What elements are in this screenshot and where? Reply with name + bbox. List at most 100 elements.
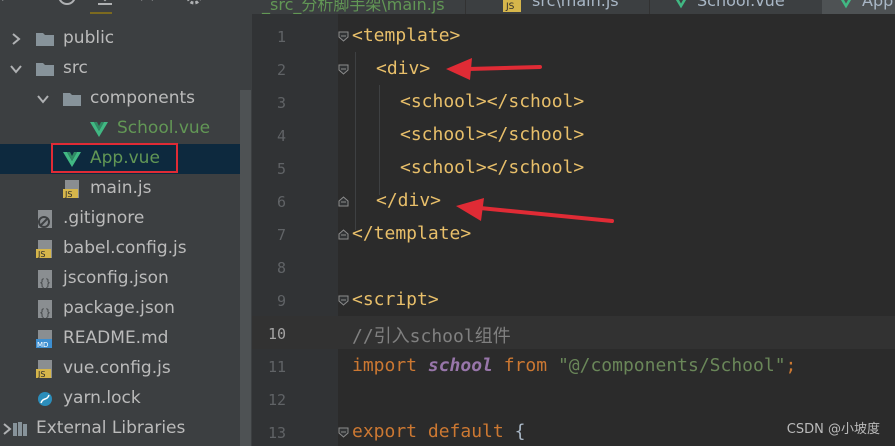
toolbar-divider <box>90 12 112 14</box>
fold-marker-icon[interactable] <box>338 295 349 306</box>
svg-text:MD: MD <box>37 341 48 349</box>
chevron-down-icon[interactable] <box>36 92 50 106</box>
fold-end-icon[interactable] <box>338 229 349 240</box>
collapse-all-icon[interactable] <box>137 0 157 10</box>
line-number: 2 <box>276 61 286 79</box>
tab-divider <box>465 0 466 14</box>
code-line-1: <template> <box>352 25 460 46</box>
tree-item-components[interactable]: components <box>0 84 240 114</box>
tree-item-label: vue.config.js <box>63 358 171 378</box>
line-number-current: 10 <box>267 325 286 343</box>
code-line-10: //引入school组件 <box>352 322 511 348</box>
tree-item-external-libraries[interactable]: External Libraries <box>0 414 240 444</box>
vue-file-icon <box>840 0 852 9</box>
code-token: default <box>427 421 504 442</box>
tree-item-label: public <box>63 28 115 48</box>
tree-item-vue-config[interactable]: JS vue.config.js <box>0 354 240 384</box>
tree-item-label: main.js <box>90 178 152 198</box>
fold-end-icon[interactable] <box>338 196 349 207</box>
line-number: 6 <box>276 193 286 211</box>
line-number: 9 <box>276 292 286 310</box>
vue-file-icon <box>90 122 108 137</box>
tree-item-label: .gitignore <box>63 208 145 228</box>
svg-text:{}: {} <box>39 308 51 319</box>
folder-icon <box>36 33 54 46</box>
json-file-icon: {} <box>38 270 52 289</box>
fold-marker-icon[interactable] <box>338 427 349 438</box>
line-number: 13 <box>267 424 286 442</box>
indent-guide <box>355 52 356 230</box>
code-line-6: </div> <box>376 190 441 211</box>
tab-app-vue[interactable]: App <box>862 0 893 13</box>
locate-icon[interactable] <box>57 0 77 10</box>
tab-main-js-analysis[interactable]: _src_分析脚手架\main.js <box>262 0 445 14</box>
tree-item-gitignore[interactable]: .gitignore <box>0 204 240 234</box>
tab-src-main-js[interactable]: src\main.js <box>532 0 619 13</box>
svg-text:{}: {} <box>39 278 51 289</box>
code-token: school <box>427 355 493 376</box>
gear-icon[interactable] <box>184 0 204 10</box>
folder-icon <box>36 63 54 76</box>
annotation-arrow-icon <box>456 198 614 223</box>
line-number: 11 <box>267 358 286 376</box>
code-token: <div> <box>376 58 431 79</box>
code-token: ; <box>785 355 797 376</box>
svg-text:JS: JS <box>505 2 515 12</box>
code-token: { <box>514 421 526 442</box>
fold-marker-icon[interactable] <box>338 31 349 42</box>
tree-item-readme[interactable]: MD README.md <box>0 324 240 354</box>
line-number: 7 <box>276 226 286 244</box>
js-file-icon: JS <box>36 240 52 259</box>
tree-item-public[interactable]: public <box>0 24 240 54</box>
code-token: <school></school> <box>400 91 585 112</box>
collapse-icon[interactable] <box>0 0 20 10</box>
tree-item-label: package.json <box>63 298 175 318</box>
code-line-4: <school></school> <box>400 124 584 145</box>
code-token: <school></school> <box>400 124 585 145</box>
tree-item-babel-config[interactable]: JS babel.config.js <box>0 234 240 264</box>
line-number: 3 <box>276 94 286 112</box>
code-line-5: <school></school> <box>400 157 584 178</box>
ignore-file-icon <box>38 210 52 228</box>
tree-item-label: src <box>63 58 88 78</box>
project-tree: public src components School.vue App.vue… <box>0 0 252 446</box>
tree-item-jsconfig[interactable]: {} jsconfig.json <box>0 264 240 294</box>
fold-marker-icon[interactable] <box>338 64 349 75</box>
svg-text:JS: JS <box>64 190 72 199</box>
tree-item-main-js[interactable]: JS main.js <box>0 174 240 204</box>
tab-school-vue[interactable]: School.vue <box>697 0 785 13</box>
tree-item-label: components <box>90 88 196 108</box>
yarn-icon <box>38 392 52 406</box>
code-token: import <box>352 355 418 376</box>
code-token: </div> <box>376 190 442 211</box>
svg-text:JS: JS <box>37 370 45 379</box>
js-file-icon: JS <box>36 360 52 379</box>
tree-item-school-vue[interactable]: School.vue <box>0 114 240 144</box>
code-token: from <box>503 355 548 376</box>
indent-guide <box>379 85 380 195</box>
code-token: <script> <box>352 289 439 310</box>
editor-tabs: _src_分析脚手架\main.js JS src\main.js School… <box>252 0 895 14</box>
chevron-down-icon[interactable] <box>9 62 23 76</box>
expand-all-icon[interactable] <box>95 0 115 10</box>
tree-item-package-json[interactable]: {} package.json <box>0 294 240 324</box>
tree-scrollbar[interactable] <box>240 90 251 446</box>
tree-item-label: yarn.lock <box>63 388 141 408</box>
tree-item-src[interactable]: src <box>0 54 240 84</box>
code-line-9: <script> <box>352 289 439 310</box>
library-icon <box>13 422 27 436</box>
tree-item-yarn-lock[interactable]: yarn.lock <box>0 384 240 414</box>
chevron-right-icon[interactable] <box>9 32 23 46</box>
tree-item-label: jsconfig.json <box>63 268 169 288</box>
js-file-icon: JS <box>63 180 79 199</box>
annotation-arrow-icon <box>446 58 542 80</box>
code-comment: //引入school组件 <box>352 326 511 347</box>
code-line-11: import school from "@/components/School"… <box>352 355 796 376</box>
tree-item-label: babel.config.js <box>63 238 187 258</box>
svg-text:JS: JS <box>37 250 45 259</box>
tab-divider <box>649 0 650 14</box>
json-file-icon: {} <box>38 300 52 319</box>
caret-row-highlight <box>252 316 895 349</box>
watermark: CSDN @小坡度 <box>786 422 880 437</box>
line-number: 4 <box>276 127 286 145</box>
